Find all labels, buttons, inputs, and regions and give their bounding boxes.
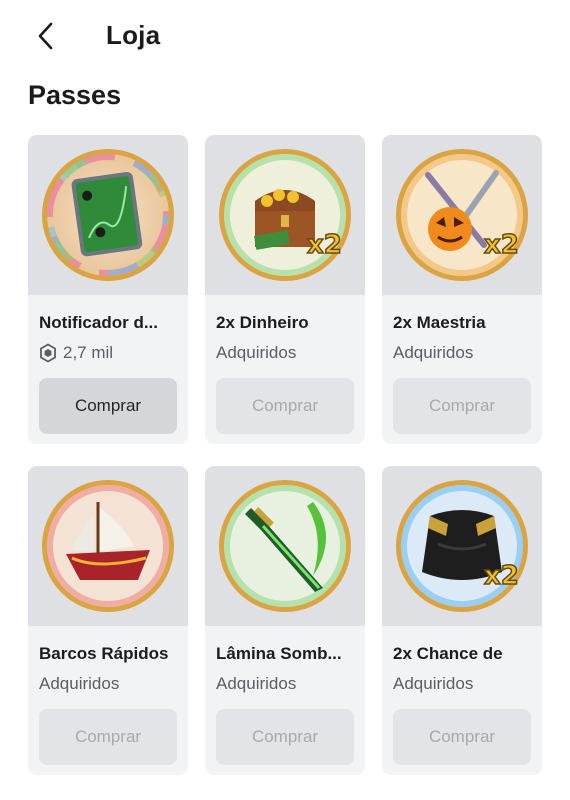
pass-card-2x-dinheiro[interactable]: x2 2x Dinheiro Adquiridos Comprar <box>205 135 365 444</box>
badge-x2: x2 <box>484 561 519 591</box>
pass-thumbnail: x2 <box>382 135 542 295</box>
cape-icon: x2 <box>396 480 528 612</box>
pass-thumbnail <box>28 466 188 626</box>
pass-name: 2x Chance de <box>393 644 503 663</box>
pass-status: Adquiridos <box>216 343 297 362</box>
buy-button[interactable]: Comprar <box>393 378 531 434</box>
pass-status: Adquiridos <box>216 674 297 693</box>
badge-x2: x2 <box>484 230 519 260</box>
pass-card-lamina-sombria[interactable]: Lâmina Somb... Adquiridos Comprar <box>205 466 365 775</box>
pass-price-value: 2,7 mil <box>63 343 114 362</box>
crossed-swords-icon: x2 <box>396 149 528 281</box>
pass-status: Adquiridos <box>393 343 474 362</box>
buy-button[interactable]: Comprar <box>39 709 177 765</box>
pass-name: Lâmina Somb... <box>216 644 342 663</box>
buy-button[interactable]: Comprar <box>216 709 354 765</box>
chevron-left-icon <box>38 22 53 50</box>
back-button[interactable] <box>24 14 68 58</box>
page-title: Loja <box>106 20 161 50</box>
pass-name: 2x Dinheiro <box>216 313 309 332</box>
pass-name: Barcos Rápidos <box>39 644 169 663</box>
pass-thumbnail: x2 <box>205 135 365 295</box>
robux-icon <box>40 343 56 363</box>
pass-status: Adquiridos <box>39 674 120 693</box>
buy-button[interactable]: Comprar <box>39 378 177 434</box>
buy-button[interactable]: Comprar <box>216 378 354 434</box>
pass-card-2x-maestria[interactable]: x2 2x Maestria Adquiridos Comprar <box>382 135 542 444</box>
green-blade-icon <box>219 480 351 612</box>
pass-status: Adquiridos <box>393 674 474 693</box>
pass-card-barcos-rapidos[interactable]: Barcos Rápidos Adquiridos Comprar <box>28 466 188 775</box>
pass-price: 2,7 mil <box>39 343 181 363</box>
buy-button[interactable]: Comprar <box>393 709 531 765</box>
pass-thumbnail <box>28 135 188 295</box>
map-tablet-icon <box>42 149 174 281</box>
treasure-chest-icon: x2 <box>219 149 351 281</box>
pass-card-2x-chance[interactable]: x2 2x Chance de Adquiridos Comprar <box>382 466 542 775</box>
pass-thumbnail: x2 <box>382 466 542 626</box>
pass-grid: Notificador d... 2,7 mil Comprar x2 2x D… <box>28 135 543 775</box>
badge-x2: x2 <box>307 230 342 260</box>
boat-icon <box>42 480 174 612</box>
pass-name: 2x Maestria <box>393 313 486 332</box>
app-header: Loja <box>0 0 570 74</box>
pass-card-notificador[interactable]: Notificador d... 2,7 mil Comprar <box>28 135 188 444</box>
pass-thumbnail <box>205 466 365 626</box>
section-title-passes: Passes <box>28 80 122 110</box>
pass-name: Notificador d... <box>39 313 158 332</box>
